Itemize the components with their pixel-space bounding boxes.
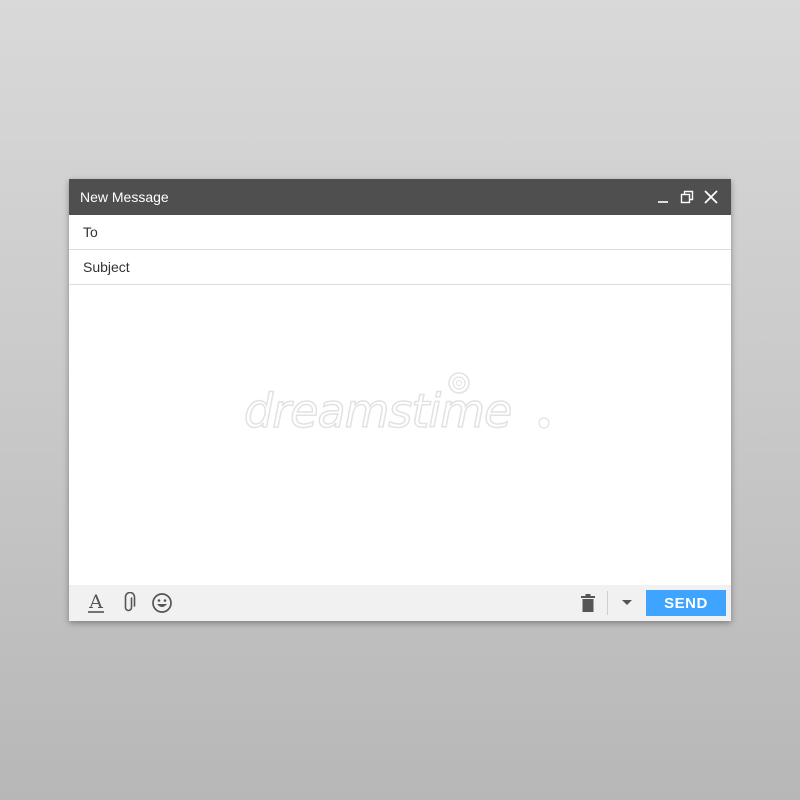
to-input[interactable] [81,214,731,250]
close-icon[interactable] [703,189,719,205]
restore-icon[interactable] [679,189,695,205]
text-format-icon[interactable]: A [83,590,109,616]
title-bar[interactable]: New Message [69,179,731,215]
window-title: New Message [80,189,169,205]
message-body-input[interactable] [69,287,731,585]
compose-window: New Message d [69,179,731,621]
attachment-icon[interactable] [116,590,142,616]
emoji-icon[interactable] [149,590,175,616]
subject-input[interactable] [81,249,731,285]
window-controls [655,189,719,205]
chevron-down-icon[interactable] [614,590,640,616]
subject-field [69,249,731,285]
minimize-icon[interactable] [655,189,671,205]
send-button[interactable]: SEND [646,590,726,616]
trash-icon[interactable] [575,590,601,616]
to-field [69,214,731,250]
compose-toolbar: A SEND [69,585,731,621]
toolbar-divider [607,591,608,615]
svg-text:A: A [88,592,103,613]
message-body: dreamstime [69,287,731,585]
